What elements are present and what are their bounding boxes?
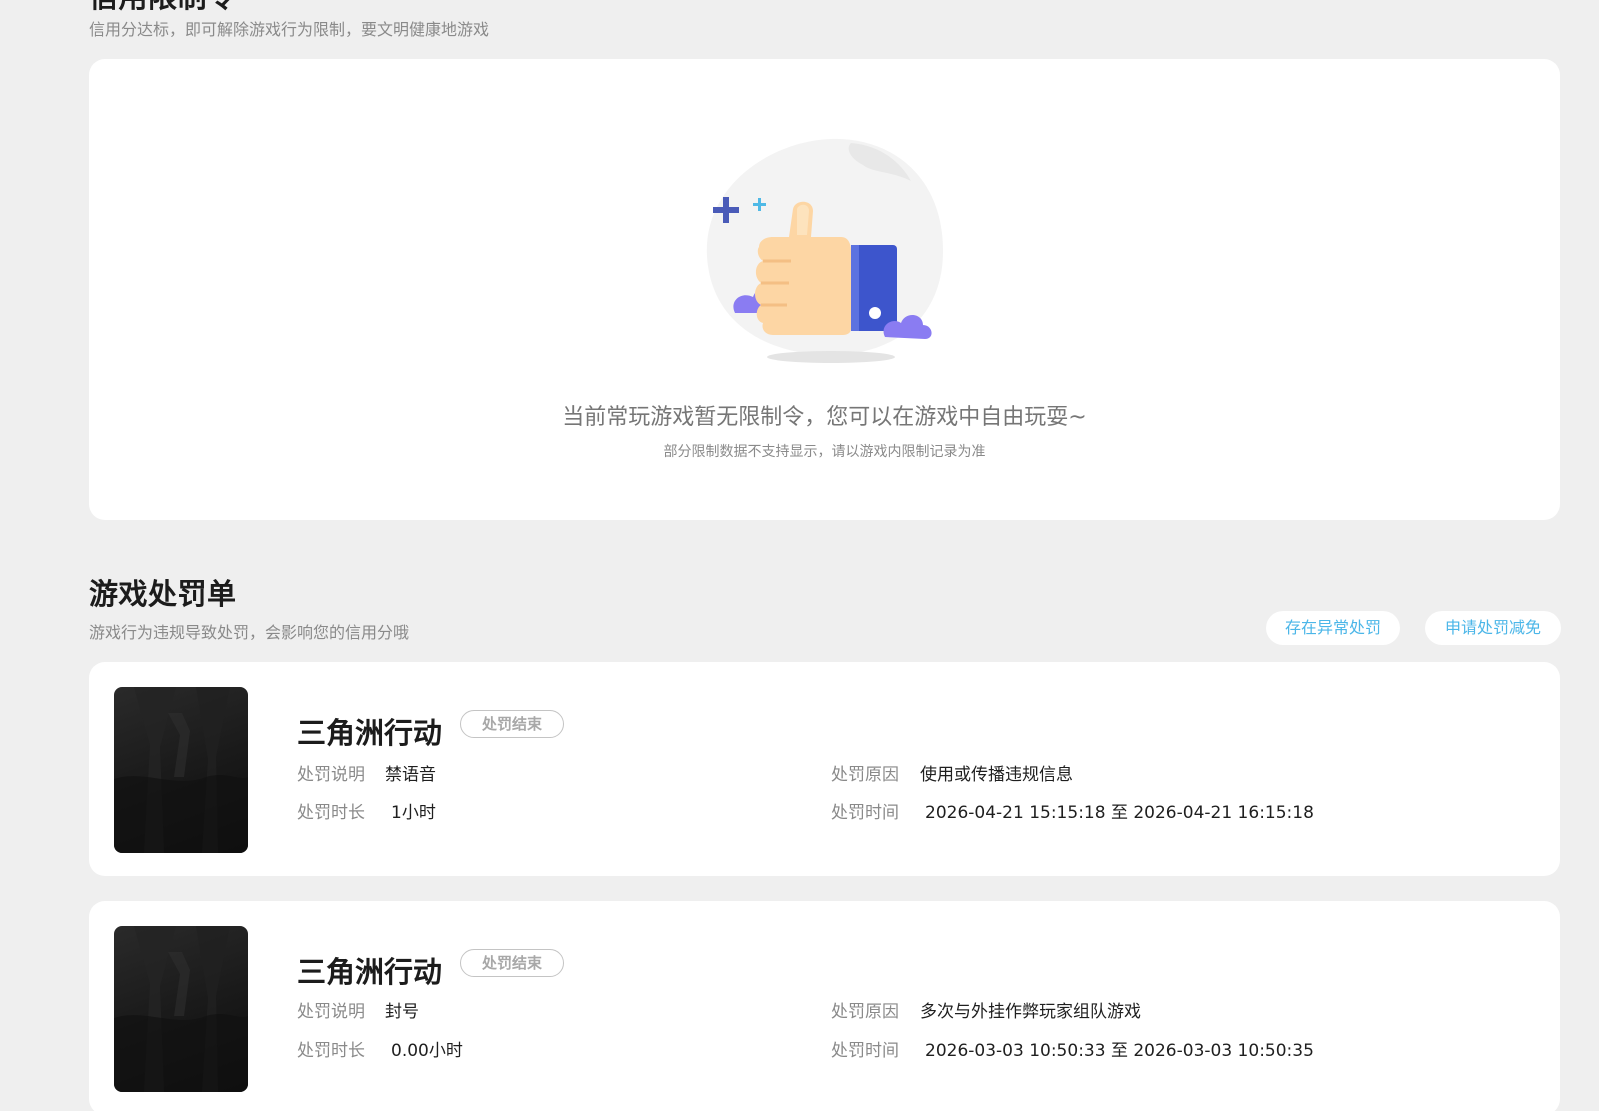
penalty-duration-value: 0.00小时 [391,1041,463,1061]
penalty-time-label: 处罚时间 [831,803,899,823]
credit-section-title: 信用限制令 [89,0,237,12]
game-name: 三角洲行动 [297,955,443,989]
status-badge: 处罚结束 [460,949,564,977]
page: 信用限制令 信用分达标，即可解除游戏行为限制，要文明健康地游戏 当前常玩游戏暂无… [0,0,1599,1111]
abnormal-penalty-button[interactable]: 存在异常处罚 [1266,611,1400,645]
penalty-duration-label: 处罚时长 [297,1041,365,1061]
penalty-duration-value: 1小时 [391,803,436,823]
penalty-desc-label: 处罚说明 [297,765,365,785]
game-name: 三角洲行动 [297,716,443,750]
penalty-reason-value: 使用或传播违规信息 [920,765,1073,785]
empty-state-message: 当前常玩游戏暂无限制令，您可以在游戏中自由玩耍~ [562,405,1087,430]
penalty-section-subtitle: 游戏行为违规导致处罚，会影响您的信用分哦 [89,623,410,642]
penalty-time-value: 2026-03-03 10:50:33 至 2026-03-03 10:50:3… [925,1041,1314,1061]
penalty-section-title: 游戏处罚单 [89,577,237,611]
game-cover-image [114,926,248,1092]
thumbs-up-illustration-icon [706,138,943,363]
penalty-time-value: 2026-04-21 15:15:18 至 2026-04-21 16:15:1… [925,803,1314,823]
penalty-desc-value: 禁语音 [385,765,436,785]
credit-section-subtitle: 信用分达标，即可解除游戏行为限制，要文明健康地游戏 [89,20,490,39]
empty-restriction-card: 当前常玩游戏暂无限制令，您可以在游戏中自由玩耍~ 部分限制数据不支持显示，请以游… [89,59,1560,520]
penalty-reason-label: 处罚原因 [831,1002,899,1022]
penalty-reason-label: 处罚原因 [831,765,899,785]
penalty-desc-label: 处罚说明 [297,1002,365,1022]
penalty-card: 三角洲行动 处罚结束 处罚说明 禁语音 处罚时长 1小时 处罚原因 使用或传播违… [89,662,1560,876]
penalty-time-label: 处罚时间 [831,1041,899,1061]
status-badge: 处罚结束 [460,710,564,738]
game-cover-image [114,687,248,853]
penalty-desc-value: 封号 [385,1002,419,1022]
penalty-reason-value: 多次与外挂作弊玩家组队游戏 [920,1002,1141,1022]
penalty-duration-label: 处罚时长 [297,803,365,823]
empty-state-note: 部分限制数据不支持显示，请以游戏内限制记录为准 [663,444,986,460]
apply-reduction-button[interactable]: 申请处罚减免 [1425,611,1561,645]
penalty-card: 三角洲行动 处罚结束 处罚说明 封号 处罚时长 0.00小时 处罚原因 多次与外… [89,901,1560,1111]
